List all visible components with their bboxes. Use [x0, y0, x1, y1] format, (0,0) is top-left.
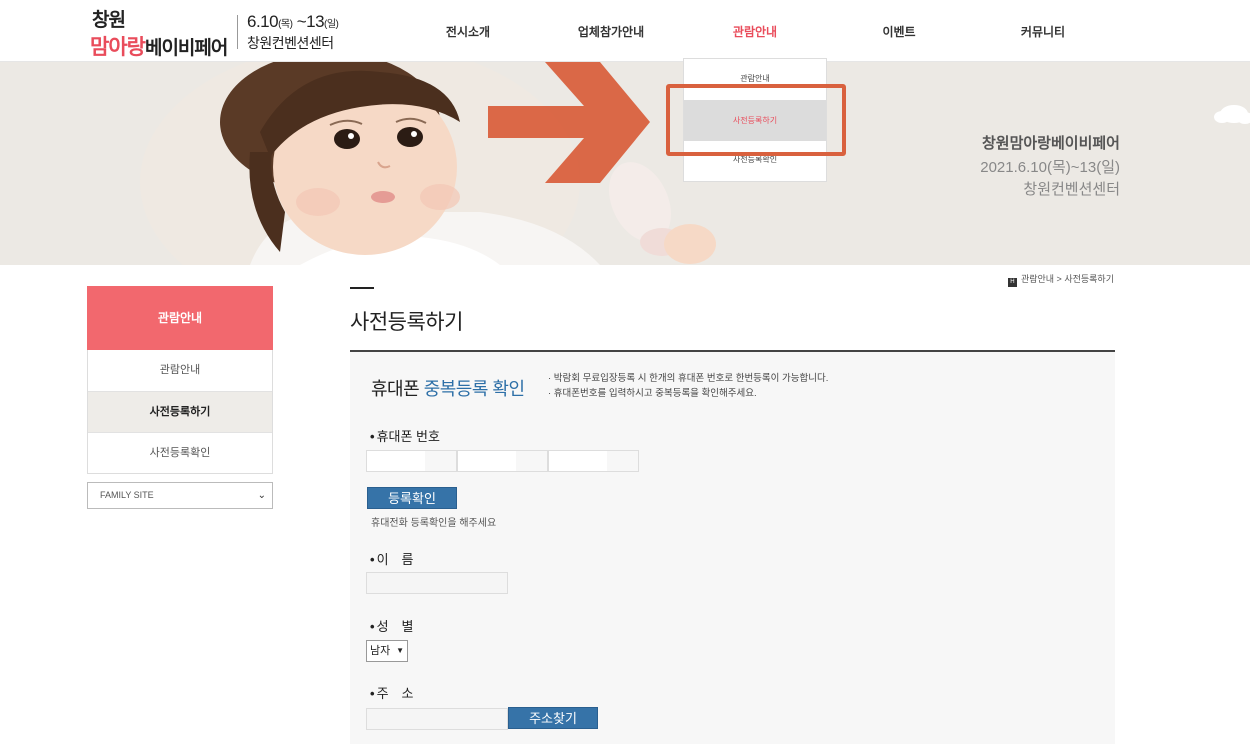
- notice-line-2: · 휴대폰번호를 입력하시고 중복등록을 확인해주세요.: [548, 388, 757, 399]
- name-input[interactable]: [366, 572, 508, 594]
- banner-title: 창원맘아랑베이비페어: [981, 135, 1120, 152]
- nav-item-event[interactable]: 이벤트: [882, 23, 915, 40]
- event-venue: 창원컨벤션센터: [247, 35, 334, 51]
- hero-banner: 창원맘아랑베이비페어 2021.6.10(목)~13(일) 창원컨벤션센터: [0, 62, 1250, 265]
- breadcrumb: H 관람안내 > 사전등록하기: [1007, 272, 1114, 287]
- title-accent-bar: [350, 287, 374, 289]
- home-icon[interactable]: H: [1007, 278, 1017, 287]
- check-hint: 휴대전화 등록확인을 해주세요: [371, 518, 497, 529]
- gender-select-value: 남자: [370, 645, 391, 657]
- event-date-sep: ~13: [292, 12, 325, 31]
- phone-input-1[interactable]: [366, 450, 457, 472]
- breadcrumb-text: 관람안내 > 사전등록하기: [1020, 274, 1114, 284]
- gender-label: • 성 별: [370, 619, 414, 634]
- form-heading: 휴대폰 중복등록 확인: [371, 375, 525, 401]
- logo-divider: [237, 15, 238, 49]
- address-input[interactable]: [366, 708, 508, 730]
- notice-line-1: · 박람회 무료입장등록 시 한개의 휴대폰 번호로 한번등록이 가능합니다.: [548, 373, 829, 384]
- name-label: • 이 름: [370, 552, 414, 567]
- sidebar-item-visit-guide[interactable]: 관람안내: [88, 350, 272, 391]
- event-date: 6.10(목) ~13(일): [247, 12, 339, 32]
- dropdown-item-visit-guide[interactable]: 관람안내: [684, 72, 826, 86]
- gender-select[interactable]: 남자 ▼: [366, 640, 408, 662]
- family-site-select[interactable]: FAMILY SITE ⌄: [87, 482, 273, 509]
- banner-date: 2021.6.10(목)~13(일): [980, 159, 1120, 176]
- form-heading-accent: 중복등록 확인: [423, 379, 525, 399]
- phone-label-text: 휴대폰 번호: [376, 429, 440, 444]
- address-label-text: 주 소: [376, 686, 414, 701]
- family-site-label: FAMILY SITE: [100, 490, 154, 500]
- event-date-day1: (목): [278, 19, 293, 30]
- banner-caption: 창원맘아랑베이비페어 2021.6.10(목)~13(일) 창원컨벤션센터: [980, 132, 1120, 201]
- gender-label-text: 성 별: [376, 619, 414, 634]
- check-registration-button[interactable]: 등록확인: [367, 487, 457, 509]
- event-date-main: 6.10: [247, 12, 279, 31]
- nav-item-community[interactable]: 커뮤니티: [1021, 23, 1065, 40]
- sidebar-item-pre-register[interactable]: 사전등록하기: [88, 391, 272, 432]
- address-label: • 주 소: [370, 686, 414, 701]
- phone-input-3[interactable]: [548, 450, 639, 472]
- logo-rest-text: 베이비페어: [144, 38, 228, 59]
- nav-item-participation[interactable]: 업체참가안내: [578, 23, 644, 40]
- logo-wordmark: 맘아랑베이비페어: [90, 31, 228, 61]
- sidebar-item-check-registration[interactable]: 사전등록확인: [88, 432, 272, 473]
- address-search-button[interactable]: 주소찾기: [508, 707, 598, 729]
- logo-accent-text: 맘아랑: [90, 36, 146, 59]
- chevron-down-icon: ▼: [396, 646, 404, 655]
- event-date-day2: (일): [324, 19, 339, 30]
- page-title: 사전등록하기: [350, 311, 463, 334]
- site-logo[interactable]: 창원 맘아랑베이비페어: [90, 5, 240, 59]
- dropdown-item-check-registration[interactable]: 사전등록확인: [684, 153, 826, 167]
- phone-label: • 휴대폰 번호: [370, 429, 440, 444]
- chevron-down-icon: ⌄: [257, 490, 266, 501]
- nav-item-exhibition[interactable]: 전시소개: [446, 23, 490, 40]
- banner-venue: 창원컨벤션센터: [1023, 181, 1120, 198]
- phone-input-2[interactable]: [457, 450, 548, 472]
- sidebar-title: 관람안내: [87, 286, 273, 350]
- registration-panel: [350, 352, 1115, 744]
- site-header: 창원 맘아랑베이비페어 6.10(목) ~13(일) 창원컨벤션센터 전시소개 …: [0, 0, 1250, 62]
- nav-item-visit-guide[interactable]: 관람안내: [733, 23, 777, 40]
- name-label-text: 이 름: [376, 552, 414, 567]
- nav-dropdown-menu: 관람안내 사전등록하기 사전등록확인: [683, 58, 827, 182]
- form-heading-plain: 휴대폰: [371, 379, 424, 399]
- sidebar-menu: 관람안내 사전등록하기 사전등록확인: [87, 350, 273, 474]
- logo-top-text: 창원: [92, 10, 126, 31]
- form-notice: · 박람회 무료입장등록 시 한개의 휴대폰 번호로 한번등록이 가능합니다. …: [548, 371, 828, 401]
- dropdown-item-pre-register[interactable]: 사전등록하기: [684, 100, 826, 141]
